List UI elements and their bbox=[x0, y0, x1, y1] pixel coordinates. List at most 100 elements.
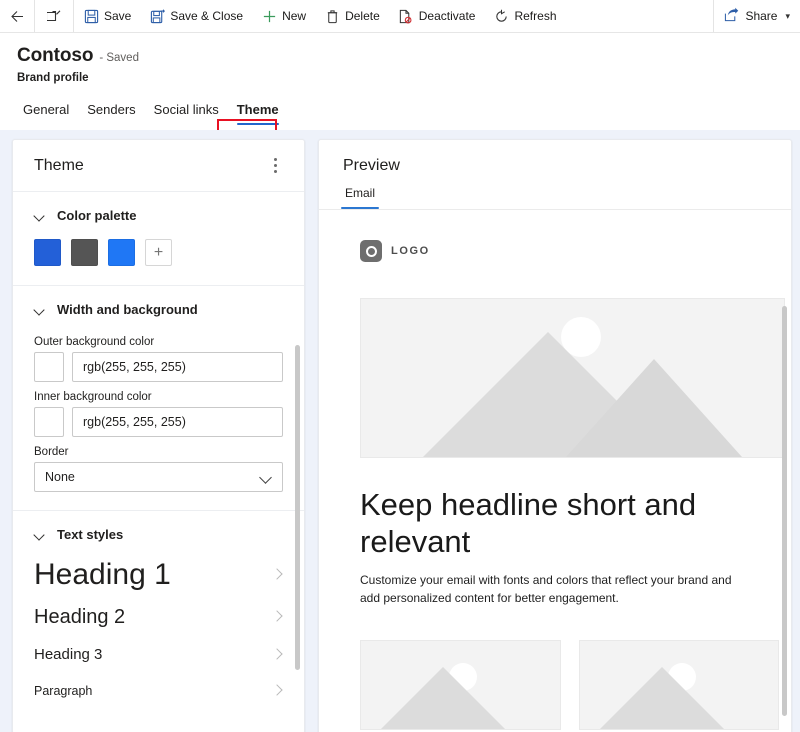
inner-background-color-row: rgb(255, 255, 255) bbox=[34, 407, 283, 437]
plus-icon: + bbox=[153, 243, 164, 261]
tab-senders-label: Senders bbox=[87, 102, 136, 117]
record-tabs: General Senders Social links Theme bbox=[14, 97, 288, 127]
more-options-icon[interactable] bbox=[264, 153, 286, 179]
share-button[interactable]: Share ▾ bbox=[714, 0, 800, 32]
section-width-background-header[interactable]: Width and background bbox=[13, 286, 304, 327]
chevron-down-icon bbox=[34, 304, 46, 316]
palette-swatch-3[interactable] bbox=[108, 239, 135, 266]
popout-button[interactable] bbox=[35, 0, 73, 32]
back-button[interactable] bbox=[0, 0, 34, 32]
logo-ring-shape bbox=[365, 245, 377, 257]
page-title-row: Contoso - Saved bbox=[17, 45, 139, 67]
plus-icon bbox=[261, 8, 277, 24]
app-root: Save Save & Close New Delete Deactivate … bbox=[0, 0, 800, 732]
refresh-button-label: Refresh bbox=[514, 9, 557, 23]
delete-button-label: Delete bbox=[345, 9, 380, 23]
deactivate-button[interactable]: Deactivate bbox=[389, 0, 485, 32]
save-button-label: Save bbox=[104, 9, 132, 23]
preview-panel: Preview Email LOGO Keep headline short a… bbox=[318, 139, 792, 732]
workspace: Theme Color palette + Width and backgrou… bbox=[0, 130, 800, 732]
email-body-text: Customize your email with fonts and colo… bbox=[360, 573, 732, 605]
deactivate-icon bbox=[398, 8, 414, 24]
text-style-heading-3[interactable]: Heading 3 bbox=[13, 636, 304, 673]
tab-social-links[interactable]: Social links bbox=[145, 97, 228, 127]
border-select-value: None bbox=[45, 470, 75, 484]
save-and-close-button-label: Save & Close bbox=[170, 9, 244, 23]
text-style-heading-2-label: Heading 2 bbox=[34, 606, 126, 628]
preview-panel-header: Preview Email bbox=[319, 140, 791, 209]
delete-button[interactable]: Delete bbox=[315, 0, 389, 32]
add-color-button[interactable]: + bbox=[145, 239, 172, 266]
preview-panel-scrollbar[interactable] bbox=[782, 306, 787, 716]
save-and-close-button[interactable]: Save & Close bbox=[140, 0, 252, 32]
field-inner-background-color: Inner background color rgb(255, 255, 255… bbox=[13, 391, 304, 437]
email-cards-row bbox=[360, 639, 779, 730]
tab-general-label: General bbox=[23, 102, 70, 117]
inner-background-color-label: Inner background color bbox=[34, 391, 152, 403]
deactivate-button-label: Deactivate bbox=[418, 9, 476, 23]
palette-swatch-2[interactable] bbox=[71, 239, 98, 266]
chevron-down-icon bbox=[34, 210, 46, 222]
section-text-styles: Text styles Heading 1 Heading 2 Heading … bbox=[13, 511, 304, 710]
tab-general[interactable]: General bbox=[14, 97, 78, 127]
mountain-shape bbox=[381, 666, 505, 729]
inner-background-color-input[interactable]: rgb(255, 255, 255) bbox=[72, 407, 283, 437]
inner-background-color-swatch[interactable] bbox=[34, 407, 64, 437]
text-style-heading-3-label: Heading 3 bbox=[34, 646, 103, 663]
tab-senders[interactable]: Senders bbox=[78, 97, 144, 127]
section-width-background: Width and background Outer background co… bbox=[13, 286, 304, 510]
new-button-label: New bbox=[282, 9, 307, 23]
preview-panel-title: Preview bbox=[343, 157, 400, 174]
text-style-heading-1[interactable]: Heading 1 bbox=[13, 552, 304, 598]
field-outer-background-color: Outer background color rgb(255, 255, 255… bbox=[13, 336, 304, 382]
page-title: Contoso bbox=[17, 45, 94, 66]
preview-body: LOGO Keep headline short and relevant Cu… bbox=[319, 210, 791, 732]
mountain-shape-right bbox=[566, 359, 742, 457]
email-card-image-2 bbox=[578, 639, 779, 730]
text-style-heading-2[interactable]: Heading 2 bbox=[13, 598, 304, 636]
email-logo: LOGO bbox=[360, 240, 779, 262]
saved-status: - Saved bbox=[99, 52, 139, 64]
section-color-palette: Color palette + bbox=[13, 192, 304, 285]
outer-background-color-row: rgb(255, 255, 255) bbox=[34, 352, 283, 382]
outer-background-color-swatch[interactable] bbox=[34, 352, 64, 382]
border-select[interactable]: None bbox=[34, 462, 283, 492]
theme-panel-title: Theme bbox=[34, 156, 84, 174]
trash-icon bbox=[324, 8, 340, 24]
save-button[interactable]: Save bbox=[74, 0, 140, 32]
preview-tab-active-underline bbox=[341, 206, 380, 209]
chevron-down-icon: ▾ bbox=[785, 10, 790, 21]
text-style-paragraph[interactable]: Paragraph bbox=[13, 673, 304, 710]
page-header: Contoso - Saved Brand profile General Se… bbox=[0, 33, 800, 163]
preview-tabs: Email bbox=[341, 184, 791, 209]
outer-background-color-label: Outer background color bbox=[34, 336, 155, 348]
tab-theme[interactable]: Theme bbox=[228, 97, 288, 127]
share-button-label: Share bbox=[745, 9, 778, 23]
logo-icon bbox=[360, 240, 382, 262]
save-and-close-icon bbox=[149, 8, 165, 24]
palette-swatch-1[interactable] bbox=[34, 239, 61, 266]
outer-background-color-input[interactable]: rgb(255, 255, 255) bbox=[72, 352, 283, 382]
text-style-heading-1-label: Heading 1 bbox=[34, 558, 171, 591]
chevron-right-icon bbox=[271, 649, 283, 661]
share-icon bbox=[724, 7, 739, 25]
preview-tab-email[interactable]: Email bbox=[341, 184, 380, 209]
email-logo-text: LOGO bbox=[391, 245, 430, 257]
chevron-down-icon bbox=[34, 529, 46, 541]
email-canvas: LOGO Keep headline short and relevant Cu… bbox=[319, 210, 791, 730]
tab-theme-label: Theme bbox=[236, 102, 279, 117]
preview-tab-email-label: Email bbox=[345, 186, 376, 200]
color-swatch-row: + bbox=[13, 233, 304, 285]
field-border: Border None bbox=[13, 446, 304, 492]
section-text-styles-header[interactable]: Text styles bbox=[13, 511, 304, 552]
popout-icon bbox=[46, 9, 60, 21]
section-color-palette-title: Color palette bbox=[57, 208, 137, 223]
theme-panel-scrollbar[interactable] bbox=[295, 345, 300, 670]
new-button[interactable]: New bbox=[252, 0, 315, 32]
tab-social-links-label: Social links bbox=[153, 102, 219, 117]
theme-panel-header: Theme bbox=[13, 140, 304, 192]
section-width-background-title: Width and background bbox=[57, 302, 198, 317]
refresh-button[interactable]: Refresh bbox=[484, 0, 565, 32]
field-spacer bbox=[13, 492, 304, 510]
section-color-palette-header[interactable]: Color palette bbox=[13, 192, 304, 233]
